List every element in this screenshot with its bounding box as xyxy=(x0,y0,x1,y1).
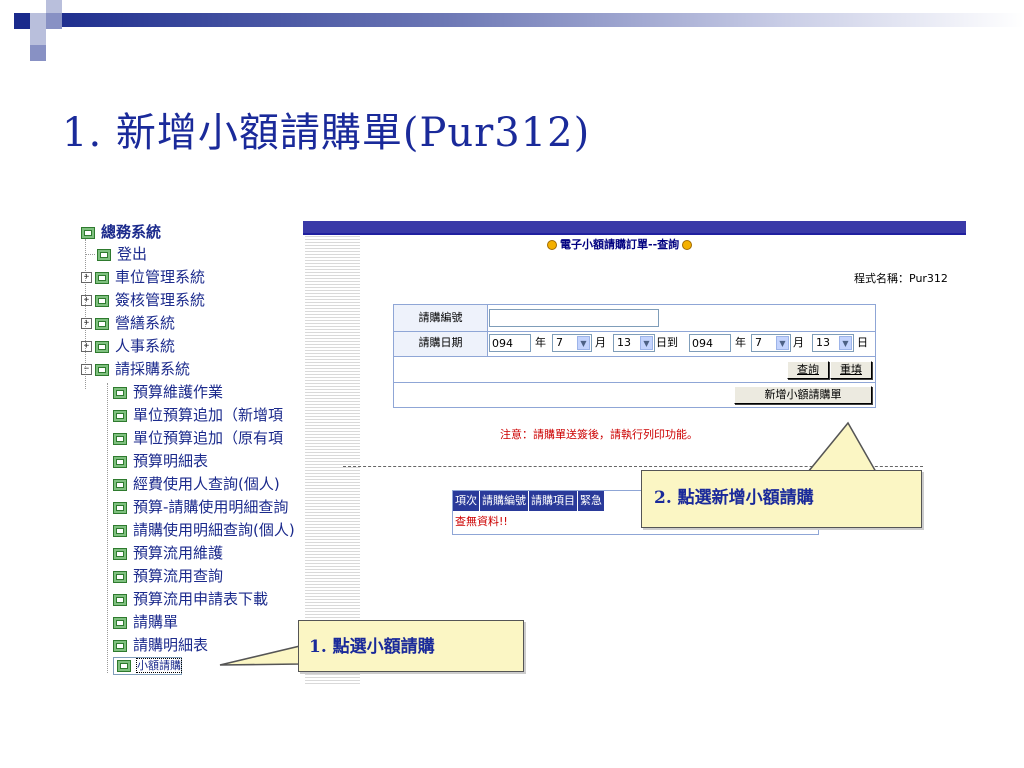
callout-step2: 2. 點選新增小額請購 xyxy=(641,470,922,528)
callout-step1: 1. 點選小額請購 xyxy=(298,620,524,672)
